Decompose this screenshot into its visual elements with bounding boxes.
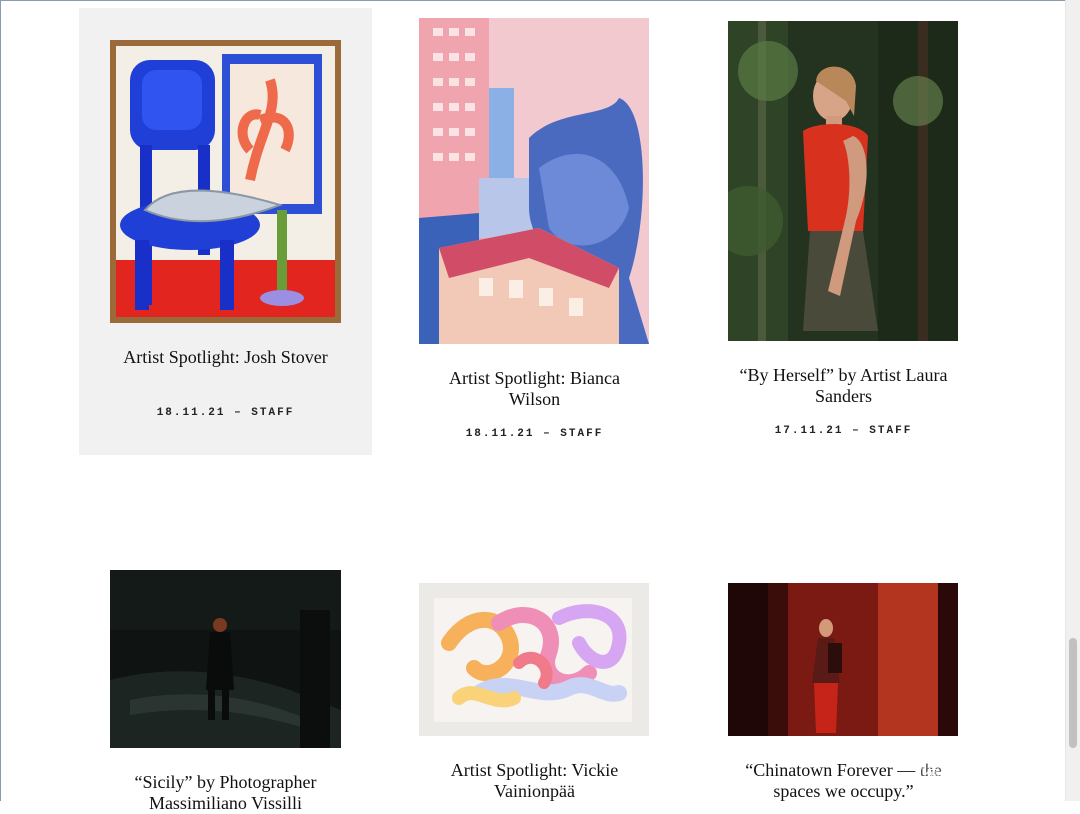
post-image-blue-chair[interactable] [110,40,341,323]
post-card-vickie[interactable]: Artist Spotlight: Vickie Vainionpää [388,560,681,801]
painting-blue-chair-icon [110,40,341,323]
post-title[interactable]: Artist Spotlight: Bianca Wilson [428,368,641,410]
window-left-border [0,0,1,801]
post-title[interactable]: “Sicily” by Photographer Massimiliano Vi… [119,772,332,814]
post-card-laura-sanders[interactable]: “By Herself” by Artist Laura Sanders 17.… [697,8,990,455]
post-meta: 18.11.21 – STAFF [465,428,604,440]
post-card-bianca-wilson[interactable]: Artist Spotlight: Bianca Wilson 18.11.21… [388,8,681,455]
post-image-sicily[interactable] [110,570,341,748]
vertical-scrollbar[interactable] [1065,0,1080,801]
painting-city-buildings-icon [419,18,649,344]
post-image-abstract[interactable] [419,583,649,736]
photo-dark-silhouette-icon [110,570,341,748]
window-top-border [0,0,1080,1]
post-card-josh-stover[interactable]: Artist Spotlight: Josh Stover 18.11.21 –… [79,8,372,455]
post-title[interactable]: “By Herself” by Artist Laura Sanders [737,365,950,407]
watermark-text: 什么值得买 [954,764,1054,789]
site-watermark: 值 什么值得买 [918,758,1054,792]
post-card-sicily[interactable]: “Sicily” by Photographer Massimiliano Vi… [79,560,372,813]
post-image-woman-forest[interactable] [728,21,958,341]
scrollbar-thumb[interactable] [1069,638,1077,748]
photo-red-room-woman-icon [728,583,958,736]
zhi-icon: 值 [918,760,948,790]
post-meta: 17.11.21 – STAFF [774,425,913,437]
post-title[interactable]: Artist Spotlight: Josh Stover [119,347,332,368]
post-meta: 18.11.21 – STAFF [156,407,295,419]
painting-woman-forest-icon [728,21,958,341]
painting-abstract-tubes-icon [419,583,649,736]
post-title[interactable]: Artist Spotlight: Vickie Vainionpää [428,760,641,802]
post-image-red-room[interactable] [728,583,958,736]
post-image-city[interactable] [419,18,649,344]
